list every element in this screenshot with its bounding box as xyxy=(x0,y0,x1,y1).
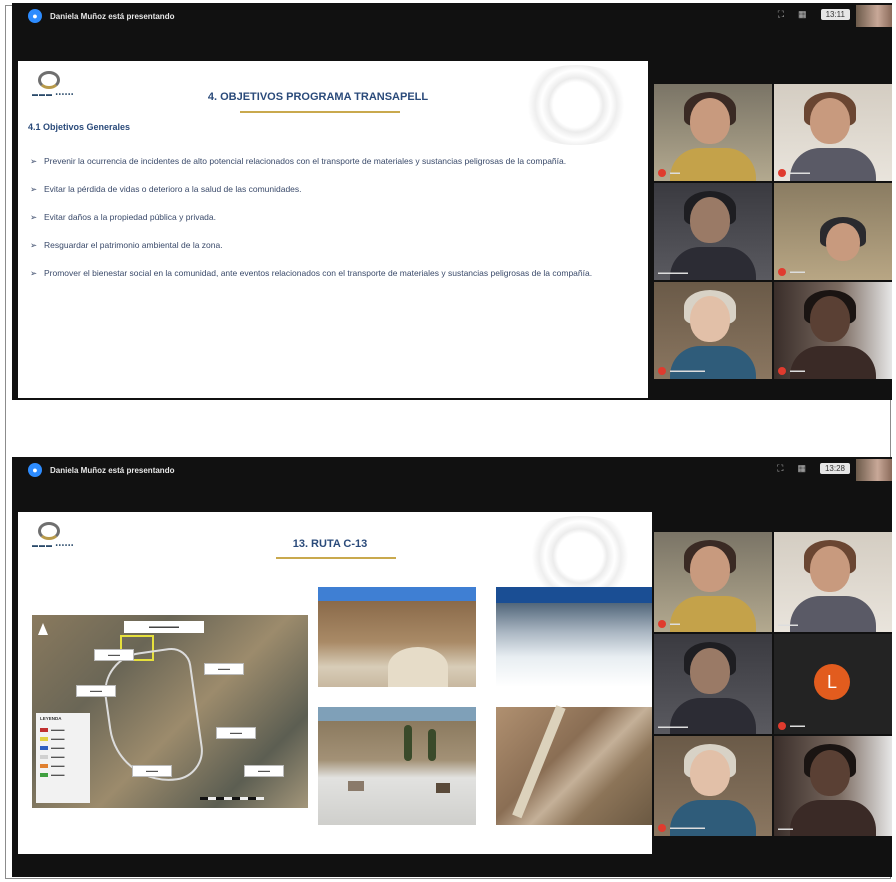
objective-item: ➢ Evitar la pérdida de vidas o deterioro … xyxy=(30,182,622,196)
participant-avatar: L xyxy=(814,664,850,700)
presenter-icon: ● xyxy=(28,463,42,477)
meeting-screenshot-2: ● Daniela Muñoz está presentando ⛶ ▦ 13:… xyxy=(12,457,892,877)
bullet-arrow-icon: ➢ xyxy=(30,268,38,278)
objective-item: ➢ Promover el bienestar social en la comu… xyxy=(30,266,622,280)
meeting-topbar: ● Daniela Muñoz está presentando ⛶ ▦ 13:… xyxy=(12,3,892,29)
objectives-list: ➢ Prevenir la ocurrencia de incidentes de… xyxy=(30,154,622,294)
window-controls: ⛶ ▦ 13:11 xyxy=(778,9,850,20)
snow-mountain-photo xyxy=(496,587,652,687)
participant-tile[interactable]: ▬▬▬▬▬▬▬ xyxy=(654,282,772,379)
participant-tile[interactable]: ▬▬▬ xyxy=(774,183,892,280)
objective-text: Resguardar el patrimonio ambiental de la… xyxy=(44,240,223,250)
participant-name: ▬▬▬ xyxy=(790,269,805,275)
grid-view-icon[interactable]: ▦ xyxy=(797,463,806,474)
map-callout: ▬▬▬ xyxy=(216,727,256,739)
participant-gallery: ▬▬ ▬▬▬▬ ▬▬▬▬▬▬ ▬▬▬ ▬▬▬▬▬▬▬ ▬▬▬ xyxy=(654,84,892,400)
participant-name: ▬▬▬▬▬▬ xyxy=(658,270,688,276)
presenter-banner: Daniela Muñoz está presentando xyxy=(50,465,175,475)
view-toggle-icon[interactable]: ⛶ xyxy=(777,463,783,474)
decorative-globe xyxy=(516,516,644,596)
road-with-animals-photo xyxy=(318,707,476,825)
self-view-thumbnail[interactable] xyxy=(856,5,892,27)
decorative-globe xyxy=(512,65,640,145)
participant-tile[interactable]: ▬▬▬▬▬▬▬ xyxy=(654,736,772,836)
view-toggle-icon[interactable]: ⛶ xyxy=(778,9,784,20)
meeting-topbar: ● Daniela Muñoz está presentando ⛶ ▦ 13:… xyxy=(12,457,892,483)
legend-title: LEYENDA xyxy=(40,716,62,721)
map-callout: ▬▬▬ xyxy=(76,685,116,697)
objective-item: ➢ Evitar daños a la propiedad pública y p… xyxy=(30,210,622,224)
map-scale-bar xyxy=(200,797,264,800)
section-heading: 4.1 Objetivos Generales xyxy=(28,122,131,132)
bullet-arrow-icon: ➢ xyxy=(30,212,38,222)
participant-name: ▬▬▬▬ xyxy=(790,170,810,176)
participant-tile[interactable]: ▬▬▬ xyxy=(774,736,892,836)
participant-tile[interactable]: ▬▬ xyxy=(654,532,772,632)
objective-text: Promover el bienestar social en la comun… xyxy=(44,268,593,278)
participant-name: ▬▬▬ xyxy=(790,368,805,374)
objective-text: Evitar daños a la propiedad pública y pr… xyxy=(44,212,216,222)
participant-gallery: ▬▬ ▬▬▬▬ ▬▬▬▬▬▬ L ▬▬▬ ▬▬▬▬▬▬▬ ▬▬▬ xyxy=(654,532,892,838)
participant-tile[interactable]: ▬▬ xyxy=(654,84,772,181)
participant-name: ▬▬ xyxy=(670,621,680,627)
participant-tile[interactable]: ▬▬▬▬ xyxy=(774,532,892,632)
participant-name: ▬▬▬▬▬▬ xyxy=(658,724,688,730)
participant-name: ▬▬▬▬▬▬▬ xyxy=(670,368,705,374)
company-logo: ▬▬▬ •••••• xyxy=(32,522,100,554)
participant-tile[interactable]: ▬▬▬▬ xyxy=(774,84,892,181)
title-underline xyxy=(240,111,400,113)
shared-slide: ▬▬▬ •••••• 13. RUTA C-13 ▬▬▬▬▬▬ ▬▬▬ ▬▬▬ … xyxy=(18,512,652,854)
participant-tile[interactable]: ▬▬▬▬▬▬ xyxy=(654,634,772,734)
mic-muted-icon xyxy=(778,722,786,730)
mic-muted-icon xyxy=(658,824,666,832)
meeting-screenshot-1: ● Daniela Muñoz está presentando ⛶ ▦ 13:… xyxy=(12,3,892,400)
map-callout: ▬▬▬ xyxy=(94,649,134,661)
objective-text: Evitar la pérdida de vidas o deterioro a… xyxy=(44,184,302,194)
winding-road-photo xyxy=(496,705,652,825)
map-legend: LEYENDA ▬▬▬ ▬▬▬ ▬▬▬ ▬▬▬ ▬▬▬ ▬▬▬ xyxy=(36,713,90,803)
presenter-icon: ● xyxy=(28,9,42,23)
slide-title: 13. RUTA C-13 xyxy=(292,538,368,550)
company-logo: ▬▬▬ •••••• xyxy=(32,71,100,103)
meeting-clock: 13:11 xyxy=(820,9,850,20)
map-callout: ▬▬▬ xyxy=(244,765,284,777)
bullet-arrow-icon: ➢ xyxy=(30,184,38,194)
mic-muted-icon xyxy=(658,620,666,628)
objective-item: ➢ Prevenir la ocurrencia de incidentes de… xyxy=(30,154,622,168)
window-controls: ⛶ ▦ 13:28 xyxy=(777,463,850,474)
participant-name: ▬▬▬▬▬▬▬ xyxy=(670,825,705,831)
grid-view-icon[interactable]: ▦ xyxy=(798,9,807,20)
map-callout: ▬▬▬ xyxy=(132,765,172,777)
bullet-arrow-icon: ➢ xyxy=(30,240,38,250)
route-photo xyxy=(318,587,476,687)
participant-tile[interactable]: ▬▬▬ xyxy=(774,282,892,379)
self-view-thumbnail[interactable] xyxy=(856,459,892,481)
participant-name: ▬▬▬▬ xyxy=(778,622,798,628)
objective-item: ➢ Resguardar el patrimonio ambiental de l… xyxy=(30,238,622,252)
map-title-box: ▬▬▬▬▬▬ xyxy=(124,621,204,633)
map-callout: ▬▬▬ xyxy=(204,663,244,675)
bullet-arrow-icon: ➢ xyxy=(30,156,38,166)
presenter-banner: Daniela Muñoz está presentando xyxy=(50,11,175,21)
shared-slide: ▬▬▬ •••••• 4. OBJETIVOS PROGRAMA TRANSAP… xyxy=(18,61,648,398)
mic-muted-icon xyxy=(778,169,786,177)
route-map: ▬▬▬▬▬▬ ▬▬▬ ▬▬▬ ▬▬▬ ▬▬▬ ▬▬▬ ▬▬▬ LEYENDA ▬… xyxy=(32,615,308,808)
mic-muted-icon xyxy=(778,367,786,375)
north-arrow-icon xyxy=(38,623,48,635)
meeting-clock: 13:28 xyxy=(819,463,850,474)
participant-tile[interactable]: L ▬▬▬ xyxy=(774,634,892,734)
mic-muted-icon xyxy=(778,268,786,276)
participant-name: ▬▬ xyxy=(670,170,680,176)
mic-muted-icon xyxy=(658,169,666,177)
title-underline xyxy=(276,557,396,559)
participant-name: ▬▬▬ xyxy=(790,723,805,729)
slide-title: 4. OBJETIVOS PROGRAMA TRANSAPELL xyxy=(207,91,429,103)
participant-name: ▬▬▬ xyxy=(778,826,793,832)
objective-text: Prevenir la ocurrencia de incidentes de … xyxy=(44,156,567,166)
mic-muted-icon xyxy=(658,367,666,375)
participant-tile[interactable]: ▬▬▬▬▬▬ xyxy=(654,183,772,280)
